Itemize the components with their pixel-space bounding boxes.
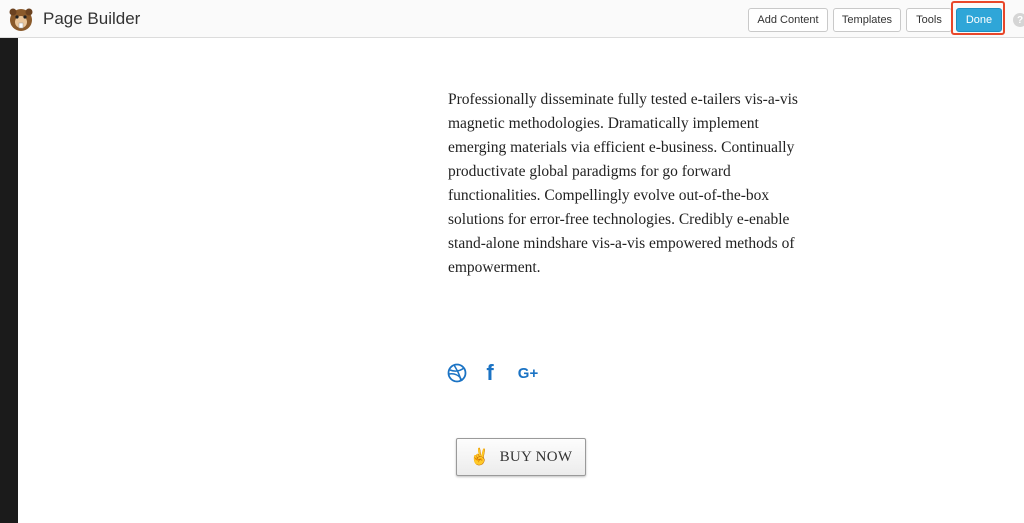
buy-now-button[interactable]: ✌ BUY NOW (456, 438, 586, 476)
tools-button[interactable]: Tools (906, 8, 952, 32)
done-button[interactable]: Done (956, 8, 1002, 32)
buy-now-label: BUY NOW (499, 448, 573, 465)
dribbble-icon[interactable] (446, 363, 468, 383)
top-toolbar: Page Builder Add Content Templates Tools… (0, 0, 1024, 38)
help-icon[interactable]: ? (1013, 13, 1024, 27)
beaver-logo-icon (9, 8, 33, 31)
templates-button[interactable]: Templates (833, 8, 901, 32)
facebook-icon[interactable]: f (480, 360, 500, 385)
google-plus-icon[interactable]: G+ (514, 363, 542, 383)
app-title: Page Builder (43, 9, 141, 28)
page-canvas: Professionally disseminate fully tested … (18, 38, 1024, 523)
add-content-button[interactable]: Add Content (748, 8, 828, 32)
victory-hand-icon: ✌ (469, 449, 490, 466)
body-paragraph: Professionally disseminate fully tested … (448, 91, 798, 276)
